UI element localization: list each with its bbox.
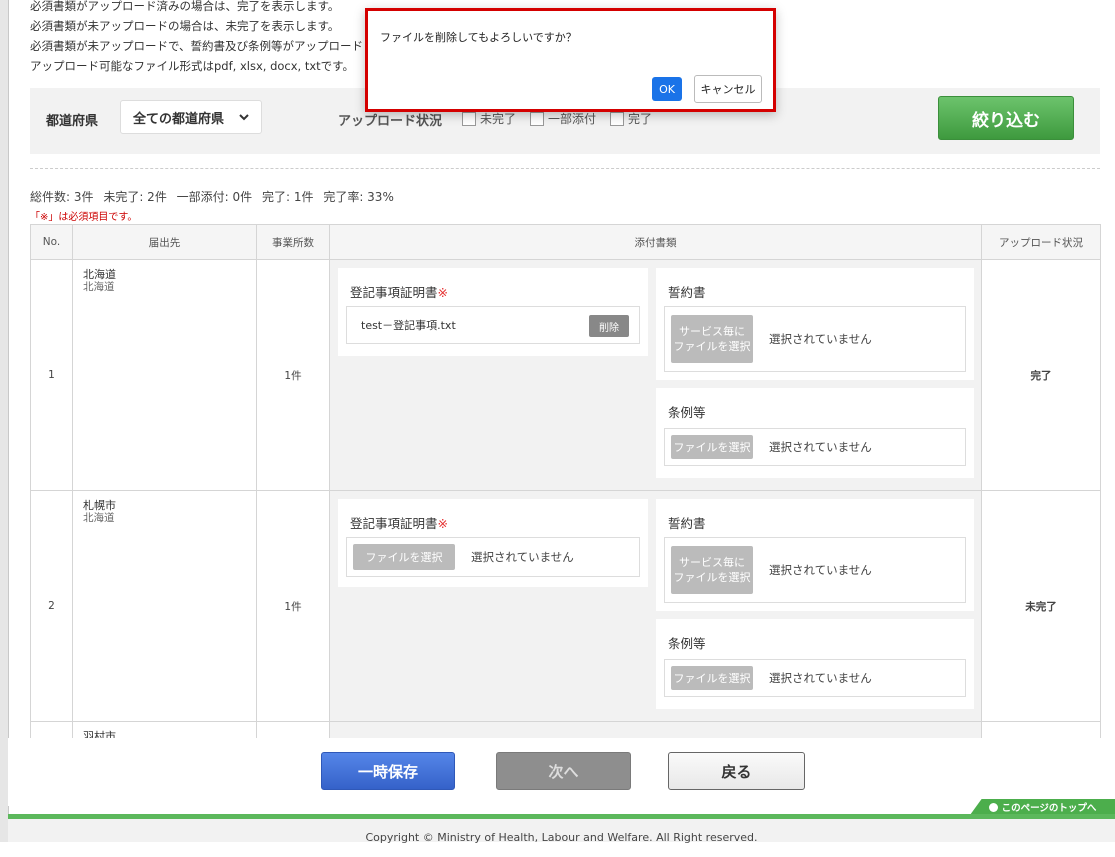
destination-cell: 札幌市 北海道: [72, 490, 257, 722]
chevron-down-icon: [239, 110, 249, 125]
complete-count: 完了: 1件: [261, 190, 314, 204]
summary-stats: 総件数: 3件 未完了: 2件 一部添付: 0件 完了: 1件 完了率: 33%: [30, 188, 400, 205]
no-file-selected: 選択されていません: [769, 332, 872, 346]
intro-text: 必須書類がアップロード済みの場合は、完了を表示します。 必須書類が未アップロード…: [30, 0, 363, 76]
confirm-delete-dialog: ファイルを削除してもよろしいですか？ OK キャンセル: [365, 8, 776, 112]
uploaded-file-row: test－登記事項.txt 削除: [346, 306, 640, 344]
destination-prefecture: 北海道: [83, 281, 115, 293]
attachments-cell: 登記事項証明書※ test－登記事項.txt 削除 誓約書 サービス毎に ファイル…: [329, 259, 982, 491]
destination-cell: 北海道 北海道: [72, 259, 257, 491]
prefecture-select[interactable]: 全ての都道府県: [120, 100, 262, 134]
prefecture-select-value: 全ての都道府県: [133, 111, 225, 127]
doc-title: 条例等: [668, 636, 706, 651]
checkbox-label: 完了: [628, 112, 653, 126]
doc-card-ordinance: 条例等 ファイルを選択 選択されていません: [656, 619, 974, 709]
attachments-cell: 登記事項証明書※ ファイルを選択 選択されていません 誓約書 サービス毎に ファイ…: [329, 490, 982, 722]
row-number: 2: [30, 490, 73, 722]
no-file-selected: 選択されていません: [769, 563, 872, 577]
file-input-row: サービス毎に ファイルを選択 選択されていません: [664, 306, 966, 372]
dialog-ok-button[interactable]: OK: [652, 77, 682, 101]
intro-line: 必須書類が未アップロードの場合は、未完了を表示します。: [30, 19, 340, 33]
dialog-message: ファイルを削除してもよろしいですか？: [380, 31, 577, 44]
file-input-row: ファイルを選択 選択されていません: [664, 428, 966, 466]
checkbox[interactable]: [462, 111, 476, 126]
intro-line: 必須書類が未アップロードで、誓約書及び条例等がアップロード: [30, 39, 364, 53]
delete-file-button[interactable]: 削除: [589, 315, 629, 337]
no-file-selected: 選択されていません: [769, 440, 872, 454]
file-input-row: サービス毎に ファイルを選択 選択されていません: [664, 537, 966, 603]
status-checkbox-group: 未完了 一部添付 完了: [462, 110, 652, 127]
choose-file-button[interactable]: ファイルを選択: [353, 544, 455, 570]
status-checkbox-incomplete[interactable]: 未完了: [462, 110, 516, 127]
divider: [30, 168, 1100, 169]
required-note: 「※」は必須項目です。: [30, 212, 138, 223]
intro-line: 必須書類がアップロード済みの場合は、完了を表示します。: [30, 0, 340, 13]
uploaded-file-name: test－登記事項.txt: [361, 319, 456, 332]
choose-file-button[interactable]: ファイルを選択: [671, 666, 753, 690]
checkbox[interactable]: [530, 111, 545, 126]
file-input-row: ファイルを選択 選択されていません: [346, 537, 640, 577]
back-to-top-label: このページのトップへ: [1001, 803, 1097, 814]
upload-status-label: アップロード状況: [338, 114, 443, 129]
row-number: 1: [30, 259, 73, 491]
header-no: No.: [30, 224, 73, 260]
copyright-text: Copyright © Ministry of Health, Labour a…: [365, 831, 758, 844]
choose-file-per-service-button[interactable]: サービス毎に ファイルを選択: [671, 546, 753, 594]
doc-card-ordinance: 条例等 ファイルを選択 選択されていません: [656, 388, 974, 478]
checkbox-label: 一部添付: [548, 112, 597, 126]
header-office-count: 事業所数: [256, 224, 330, 260]
no-file-selected: 選択されていません: [769, 671, 872, 685]
destination-city: 札幌市: [83, 499, 116, 512]
doc-title: 条例等: [668, 405, 706, 420]
header-destination: 届出先: [72, 224, 257, 260]
choose-file-button[interactable]: ファイルを選択: [671, 435, 753, 459]
file-input-row: ファイルを選択 選択されていません: [664, 659, 966, 697]
footer: Copyright © Ministry of Health, Labour a…: [8, 819, 1115, 844]
checkbox-label: 未完了: [480, 112, 517, 126]
doc-card-pledge: 誓約書 サービス毎に ファイルを選択 選択されていません: [656, 499, 974, 611]
office-count: 1件: [256, 259, 330, 491]
partial-count: 一部添付: 0件: [176, 190, 253, 204]
doc-title: 誓約書: [668, 285, 706, 300]
upload-status-complete: 完了: [981, 259, 1101, 491]
action-bar: 一時保存 次へ 戻る: [8, 738, 1115, 806]
back-to-top-link[interactable]: このページのトップへ: [970, 799, 1115, 815]
table-header-row: No. 届出先 事業所数 添付書類 アップロード状況: [30, 224, 1101, 260]
page: 必須書類がアップロード済みの場合は、完了を表示します。 必須書類が未アップロード…: [8, 0, 1115, 842]
doc-card-registry: 登記事項証明書※ ファイルを選択 選択されていません: [338, 499, 648, 587]
upload-status-incomplete: 未完了: [981, 490, 1101, 722]
filter-button[interactable]: 絞り込む: [938, 96, 1074, 140]
dialog-cancel-button[interactable]: キャンセル: [694, 75, 762, 103]
save-draft-button[interactable]: 一時保存: [321, 752, 455, 790]
table-row: 1 北海道 北海道 1件 登記事項証明書※ test－登記事項.txt 削除 誓…: [30, 259, 1101, 491]
destination-city: 北海道: [83, 268, 116, 281]
office-count: 1件: [256, 490, 330, 722]
status-checkbox-complete[interactable]: 完了: [610, 110, 652, 127]
table-row: 2 札幌市 北海道 1件 登記事項証明書※ ファイルを選択 選択されていません: [30, 490, 1101, 722]
submission-table: No. 届出先 事業所数 添付書類 アップロード状況 1 北海道 北海道 1件: [30, 224, 1101, 782]
status-checkbox-partial[interactable]: 一部添付: [530, 110, 596, 127]
doc-title: 登記事項証明書※: [350, 285, 448, 300]
prefecture-label: 都道府県: [46, 114, 99, 129]
header-attachments: 添付書類: [329, 224, 982, 260]
back-button[interactable]: 戻る: [668, 752, 805, 790]
intro-line: アップロード可能なファイル形式はpdf, xlsx, docx, txtです。: [30, 59, 355, 73]
checkbox[interactable]: [610, 111, 625, 126]
total-count: 総件数: 3件: [30, 190, 94, 204]
doc-card-pledge: 誓約書 サービス毎に ファイルを選択 選択されていません: [656, 268, 974, 380]
doc-card-registry: 登記事項証明書※ test－登記事項.txt 削除: [338, 268, 648, 356]
destination-prefecture: 北海道: [83, 512, 115, 524]
doc-title: 登記事項証明書※: [350, 516, 448, 531]
doc-title: 誓約書: [668, 516, 706, 531]
header-upload-status: アップロード状況: [981, 224, 1101, 260]
completion-rate: 完了率: 33%: [323, 190, 394, 204]
no-file-selected: 選択されていません: [471, 550, 574, 564]
arrow-up-circle-icon: [988, 802, 998, 812]
choose-file-per-service-button[interactable]: サービス毎に ファイルを選択: [671, 315, 753, 363]
incomplete-count: 未完了: 2件: [103, 190, 167, 204]
next-button[interactable]: 次へ: [496, 752, 631, 790]
